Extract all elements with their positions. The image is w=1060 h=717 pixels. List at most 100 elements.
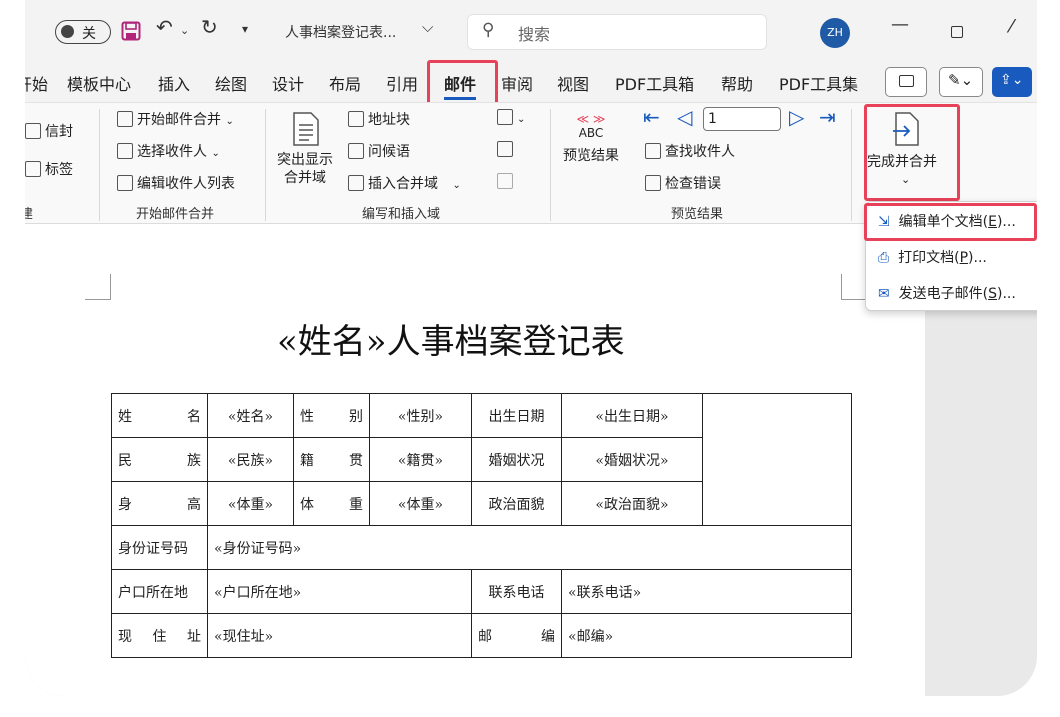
table-cell: «出生日期» xyxy=(561,393,703,438)
select-recipients-label: 选择收件人 xyxy=(137,144,207,160)
tab-help[interactable]: 帮助 xyxy=(721,71,753,95)
table-row: 现住址 «现住址» 邮编 «邮编» xyxy=(111,613,852,658)
tab-pdf-toolset[interactable]: PDF工具集 xyxy=(779,71,858,95)
update-labels-button[interactable] xyxy=(497,173,517,190)
minimize-icon[interactable]: — xyxy=(891,14,909,35)
preview-results-button[interactable]: ≪ ≫ ABC 预览结果 xyxy=(563,113,619,165)
table-row: 姓名 «姓名» 性别 «性别» 出生日期 «出生日期» xyxy=(111,393,852,526)
label-button[interactable]: 标签 xyxy=(25,159,73,179)
tab-design[interactable]: 设计 xyxy=(272,71,304,95)
tab-draw[interactable]: 绘图 xyxy=(215,71,247,95)
editing-button[interactable]: ✎⌄ xyxy=(939,67,983,97)
autosave-toggle[interactable]: 关 xyxy=(55,20,111,44)
maximize-icon[interactable] xyxy=(951,26,963,38)
table-cell: 民族 xyxy=(111,437,208,482)
chevron-down-icon: ⌄ xyxy=(225,116,234,127)
tab-review[interactable]: 审阅 xyxy=(501,71,533,95)
document-title-text: «姓名»人事档案登记表 xyxy=(277,322,625,362)
tab-home[interactable]: 开始 xyxy=(25,71,48,95)
edit-documents-highlight xyxy=(864,203,1037,241)
tab-layout[interactable]: 布局 xyxy=(329,71,361,95)
table-cell: «身份证号码» xyxy=(207,525,852,570)
record-number-input[interactable]: 1 xyxy=(703,107,781,131)
select-recipients-icon xyxy=(117,143,133,159)
table-cell: «邮编» xyxy=(561,613,852,658)
photo-cell xyxy=(702,393,852,526)
table-cell: «性别» xyxy=(369,393,472,438)
menu-item-label: 打印文档( xyxy=(898,250,960,266)
table-cell: «户口所在地» xyxy=(207,569,472,614)
separator xyxy=(265,109,266,221)
table-cell: 邮编 xyxy=(471,613,562,658)
comment-icon xyxy=(899,75,914,87)
match-fields-button[interactable] xyxy=(497,141,517,158)
edit-recipient-list-button[interactable]: 编辑收件人列表 xyxy=(117,173,235,193)
customize-qat-icon[interactable]: ▾ xyxy=(242,22,248,36)
undo-icon[interactable]: ↶ xyxy=(156,15,173,39)
save-icon[interactable] xyxy=(121,21,141,41)
tab-template-center[interactable]: 模板中心 xyxy=(67,71,131,95)
table-cell: «民族» xyxy=(207,437,294,482)
send-email-item[interactable]: ✉ 发送电子邮件(S)... xyxy=(878,283,1016,303)
start-mail-merge-button[interactable]: 开始邮件合并 ⌄ xyxy=(117,109,234,129)
table-cell: «体重» xyxy=(207,481,294,526)
preview-results-label: 预览结果 xyxy=(563,148,619,164)
last-record-icon[interactable]: ⇥ xyxy=(819,105,836,129)
check-errors-label: 检查错误 xyxy=(665,176,721,192)
comments-button[interactable] xyxy=(885,67,927,97)
table-cell: 身份证号码 xyxy=(111,525,208,570)
next-record-icon[interactable]: ▷ xyxy=(789,105,804,129)
tab-references[interactable]: 引用 xyxy=(386,71,418,95)
start-merge-icon xyxy=(117,111,133,127)
cell-label: 体重 xyxy=(300,496,363,513)
share-button[interactable]: ⇪⌄ xyxy=(992,67,1032,97)
rules-icon xyxy=(497,109,513,125)
address-block-button[interactable]: 地址块 xyxy=(348,109,410,129)
table-cell: 政治面貌 xyxy=(471,481,562,526)
label-label: 标签 xyxy=(45,162,73,178)
margin-corner xyxy=(841,274,867,300)
table-cell: «姓名» xyxy=(207,393,294,438)
print-documents-item[interactable]: ⎙ 打印文档(P)... xyxy=(878,247,987,267)
envelope-icon xyxy=(25,123,41,139)
first-record-icon[interactable]: ⇤ xyxy=(643,105,660,129)
highlight-fields-label[interactable]: 突出显示 合并域 xyxy=(277,151,333,187)
select-recipients-button[interactable]: 选择收件人 ⌄ xyxy=(117,141,220,161)
finish-merge-highlight xyxy=(864,104,960,201)
insert-merge-field-button[interactable]: 插入合并域 ⌄ xyxy=(348,173,461,193)
undo-dropdown-icon[interactable]: ⌄ xyxy=(180,24,189,37)
autosave-label: 关 xyxy=(82,26,96,42)
preview-abc-text: ABC xyxy=(578,126,604,140)
tab-pdf-toolbox[interactable]: PDF工具箱 xyxy=(615,71,694,95)
close-icon[interactable]: ⁄ xyxy=(1010,16,1013,37)
title-dropdown-icon[interactable]: ⌵ xyxy=(422,18,433,36)
redo-icon[interactable]: ↻ xyxy=(201,15,218,39)
table-cell: 户口所在地 xyxy=(111,569,208,614)
edit-list-label: 编辑收件人列表 xyxy=(137,176,235,192)
search-box[interactable]: ⚲ 搜索 xyxy=(467,14,767,50)
address-block-label: 地址块 xyxy=(368,112,410,128)
highlight-line2: 合并域 xyxy=(284,170,326,186)
check-errors-button[interactable]: 检查错误 xyxy=(645,173,721,193)
envelope-label: 信封 xyxy=(45,124,73,140)
preview-arrows-icon: ≪ ≫ xyxy=(576,112,606,126)
avatar[interactable]: ZH xyxy=(820,18,850,48)
highlight-fields-icon[interactable] xyxy=(291,111,321,147)
find-recipient-button[interactable]: 查找收件人 xyxy=(645,141,735,161)
cell-label: 姓名 xyxy=(118,408,201,425)
table-cell: «联系电话» xyxy=(561,569,852,614)
group-preview-label: 预览结果 xyxy=(671,207,724,222)
cell-label: 现住址 xyxy=(118,628,201,645)
envelope-button[interactable]: 信封 xyxy=(25,121,73,141)
previous-record-icon[interactable]: ◁ xyxy=(677,105,692,129)
tab-insert[interactable]: 插入 xyxy=(158,71,190,95)
table-cell: 体重 xyxy=(293,481,370,526)
greeting-line-button[interactable]: 问候语 xyxy=(348,141,410,161)
cell-label: 邮编 xyxy=(478,628,555,645)
cell-label: 籍贯 xyxy=(300,452,363,469)
document-title: 人事档案登记表... xyxy=(285,25,397,41)
rules-button[interactable]: ⌄ xyxy=(497,109,525,126)
tab-view[interactable]: 视图 xyxy=(557,71,589,95)
cell-label: 性别 xyxy=(300,408,363,425)
table-row: 身份证号码 «身份证号码» xyxy=(111,525,852,570)
